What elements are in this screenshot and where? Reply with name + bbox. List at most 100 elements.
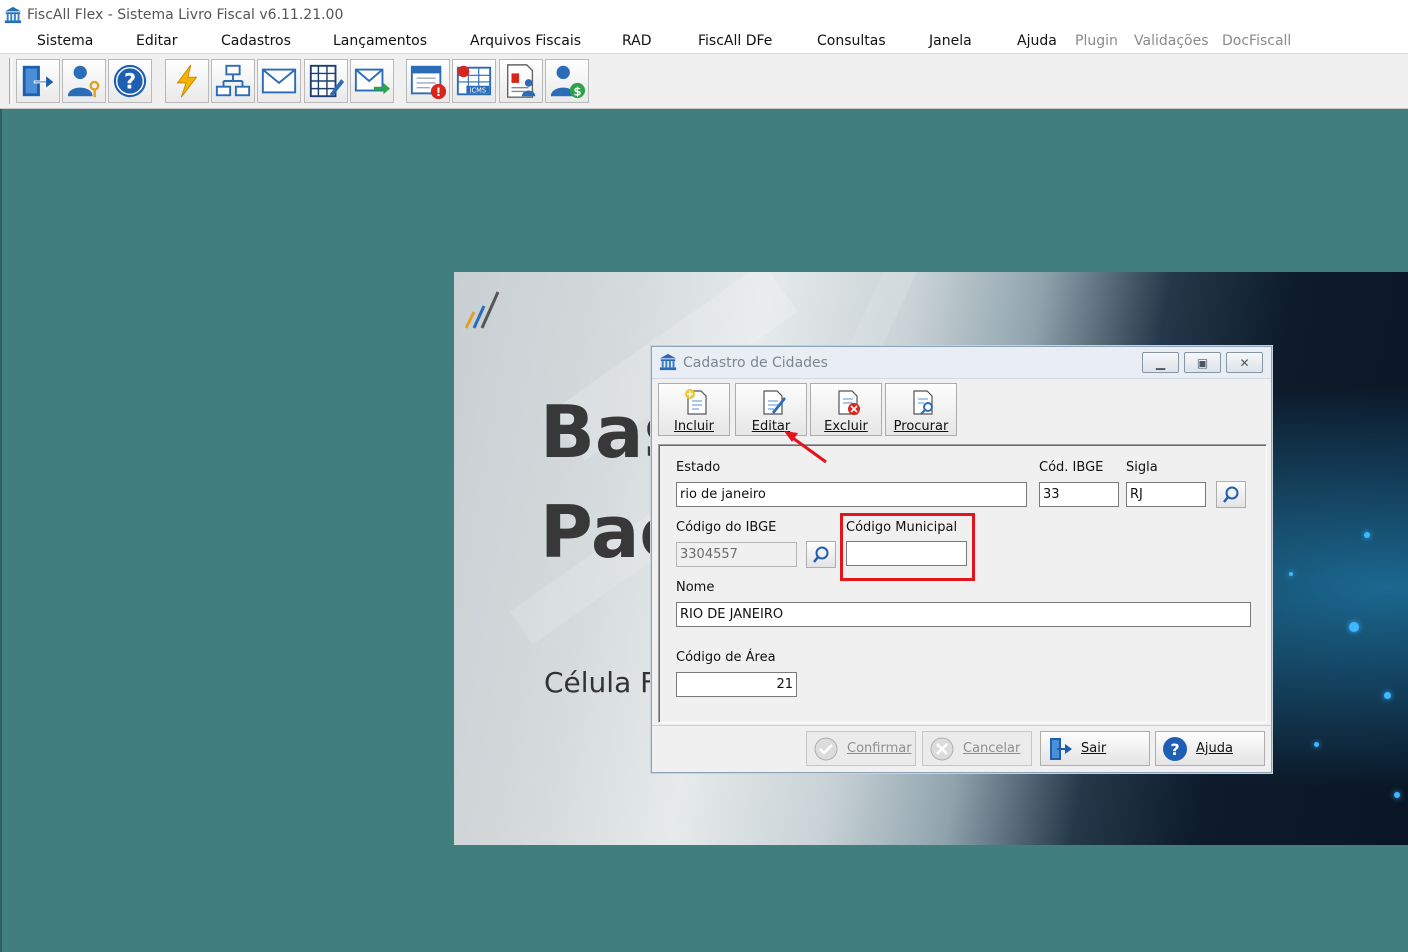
dialog-footer: Confirmar Cancelar Sair ? Ajuda bbox=[652, 725, 1271, 772]
codigo-area-input[interactable]: 21 bbox=[676, 672, 797, 697]
check-circle-icon bbox=[814, 737, 838, 760]
svg-text:$: $ bbox=[573, 84, 581, 98]
toolbar-calculator-edit-button[interactable] bbox=[304, 59, 348, 103]
menu-rad[interactable]: RAD bbox=[622, 33, 652, 49]
toolbar-calendar-alert-button[interactable]: ! bbox=[406, 59, 450, 103]
search-icon bbox=[813, 546, 829, 563]
search-document-icon bbox=[913, 390, 933, 415]
cancelar-button[interactable]: Cancelar bbox=[922, 731, 1032, 766]
svg-text:?: ? bbox=[1170, 740, 1179, 759]
calendar-alert-icon: ! bbox=[410, 65, 447, 99]
toolbar-exit-button[interactable] bbox=[16, 59, 60, 103]
edit-document-icon bbox=[763, 390, 786, 415]
menu-lancamentos[interactable]: Lançamentos bbox=[333, 33, 427, 49]
menu-janela[interactable]: Janela bbox=[929, 33, 972, 49]
dialog-title: Cadastro de Cidades bbox=[683, 355, 828, 371]
report-user-icon bbox=[506, 64, 536, 98]
editar-button[interactable]: Editar bbox=[735, 383, 807, 436]
help-icon: ? bbox=[113, 64, 147, 98]
confirmar-button[interactable]: Confirmar bbox=[806, 731, 916, 766]
cancel-circle-icon bbox=[930, 737, 954, 760]
icms-calendar-icon: ICMS bbox=[456, 65, 492, 96]
cadastro-cidades-dialog: Cadastro de Cidades ▁ ▣ ✕ Incluir Editar… bbox=[651, 346, 1272, 773]
cod-ibge-input[interactable]: 33 bbox=[1039, 482, 1119, 507]
menu-arquivos-fiscais[interactable]: Arquivos Fiscais bbox=[470, 33, 581, 49]
minimize-button[interactable]: ▁ bbox=[1142, 352, 1179, 373]
delete-document-icon bbox=[838, 390, 860, 415]
bank-building-icon bbox=[659, 353, 677, 371]
confirmar-label: Confirmar bbox=[847, 741, 912, 756]
svg-text:!: ! bbox=[436, 85, 441, 99]
user-money-icon: $ bbox=[550, 65, 586, 98]
menu-editar[interactable]: Editar bbox=[136, 33, 177, 49]
toolbar-user-key-button[interactable] bbox=[62, 59, 106, 103]
close-button[interactable]: ✕ bbox=[1226, 352, 1263, 373]
codigo-municipal-input[interactable] bbox=[846, 541, 967, 566]
maximize-button[interactable]: ▣ bbox=[1184, 352, 1221, 373]
sair-button[interactable]: Sair bbox=[1040, 731, 1150, 766]
toolbar-icms-button[interactable]: ICMS bbox=[452, 59, 496, 103]
exit-door-icon bbox=[22, 65, 55, 97]
menu-ajuda[interactable]: Ajuda bbox=[1017, 33, 1057, 49]
splash-logo-icon bbox=[464, 291, 500, 329]
cancelar-label: Cancelar bbox=[963, 741, 1021, 756]
menu-docfiscall[interactable]: DocFiscall bbox=[1222, 33, 1291, 49]
ajuda-label: Ajuda bbox=[1196, 741, 1233, 756]
menu-validacoes[interactable]: Validações bbox=[1134, 33, 1208, 49]
toolbar-envelope-button[interactable] bbox=[257, 59, 301, 103]
codigo-municipal-label: Código Municipal bbox=[846, 520, 958, 535]
nome-label: Nome bbox=[676, 580, 715, 595]
estado-label: Estado bbox=[676, 460, 721, 475]
estado-search-button[interactable] bbox=[1216, 481, 1246, 508]
excluir-button[interactable]: Excluir bbox=[810, 383, 882, 436]
toolbar-grip[interactable] bbox=[9, 58, 12, 104]
menu-fiscall-dfe[interactable]: FiscAll DFe bbox=[698, 33, 772, 49]
menu-consultas[interactable]: Consultas bbox=[817, 33, 886, 49]
envelope-icon bbox=[261, 68, 297, 94]
main-toolbar: ? ! ICMS $ bbox=[0, 54, 1408, 109]
excluir-label: Excluir bbox=[824, 419, 868, 434]
procurar-label: Procurar bbox=[893, 419, 949, 434]
sigla-input[interactable]: RJ bbox=[1126, 482, 1206, 507]
toolbar-report-user-button[interactable] bbox=[499, 59, 543, 103]
calculator-edit-icon bbox=[309, 64, 345, 98]
toolbar-org-chart-button[interactable] bbox=[211, 59, 255, 103]
exit-door-icon bbox=[1050, 737, 1072, 760]
dialog-titlebar[interactable]: Cadastro de Cidades ▁ ▣ ✕ bbox=[652, 347, 1271, 379]
close-icon: ✕ bbox=[1239, 355, 1250, 370]
app-titlebar: FiscAll Flex - Sistema Livro Fiscal v6.1… bbox=[0, 0, 1408, 30]
lightning-icon bbox=[176, 64, 198, 98]
envelope-send-icon bbox=[354, 68, 391, 95]
dialog-form-panel: Estado rio de janeiro Cód. IBGE 33 Sigla… bbox=[658, 444, 1267, 723]
ajuda-button[interactable]: ? Ajuda bbox=[1155, 731, 1265, 766]
user-key-icon bbox=[67, 65, 100, 98]
nome-input[interactable]: RIO DE JANEIRO bbox=[676, 602, 1251, 627]
add-document-icon bbox=[685, 389, 707, 415]
editar-label: Editar bbox=[751, 419, 791, 434]
org-chart-icon bbox=[215, 64, 251, 97]
codigo-ibge-input[interactable]: 3304557 bbox=[676, 542, 797, 567]
menu-cadastros[interactable]: Cadastros bbox=[221, 33, 291, 49]
menu-bar: Sistema Editar Cadastros Lançamentos Arq… bbox=[0, 30, 1408, 54]
minimize-icon: ▁ bbox=[1155, 355, 1166, 370]
incluir-button[interactable]: Incluir bbox=[658, 383, 730, 436]
toolbar-help-button[interactable]: ? bbox=[108, 59, 152, 103]
menu-plugin[interactable]: Plugin bbox=[1075, 33, 1118, 49]
search-icon bbox=[1223, 486, 1239, 503]
procurar-button[interactable]: Procurar bbox=[885, 383, 957, 436]
codigo-ibge-label: Código do IBGE bbox=[676, 520, 777, 535]
toolbar-envelope-send-button[interactable] bbox=[350, 59, 394, 103]
cod-ibge-label: Cód. IBGE bbox=[1039, 460, 1104, 475]
toolbar-lightning-button[interactable] bbox=[165, 59, 209, 103]
sair-label: Sair bbox=[1081, 741, 1107, 756]
estado-input[interactable]: rio de janeiro bbox=[676, 482, 1027, 507]
sigla-label: Sigla bbox=[1126, 460, 1158, 475]
splash-subtitle: Célula Fi bbox=[544, 666, 662, 699]
bank-building-icon bbox=[4, 6, 22, 24]
codigo-area-label: Código de Área bbox=[676, 650, 776, 665]
codigo-ibge-search-button[interactable] bbox=[806, 541, 836, 568]
svg-text:?: ? bbox=[124, 70, 136, 94]
maximize-icon: ▣ bbox=[1196, 355, 1209, 370]
menu-sistema[interactable]: Sistema bbox=[37, 33, 93, 49]
toolbar-user-money-button[interactable]: $ bbox=[545, 59, 589, 103]
